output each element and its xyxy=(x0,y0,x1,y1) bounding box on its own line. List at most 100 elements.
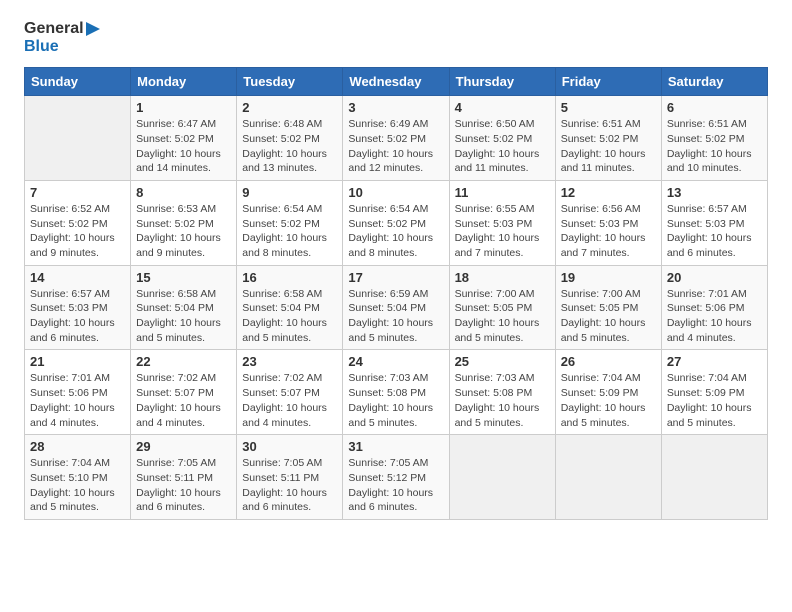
day-number: 17 xyxy=(348,270,443,285)
calendar-cell xyxy=(25,96,131,181)
day-number: 20 xyxy=(667,270,762,285)
day-info: Sunrise: 6:53 AM Sunset: 5:02 PM Dayligh… xyxy=(136,202,231,261)
day-number: 6 xyxy=(667,100,762,115)
calendar-cell: 20 Sunrise: 7:01 AM Sunset: 5:06 PM Dayli… xyxy=(661,265,767,350)
calendar-cell xyxy=(555,435,661,520)
day-info: Sunrise: 6:52 AM Sunset: 5:02 PM Dayligh… xyxy=(30,202,125,261)
calendar-cell: 16 Sunrise: 6:58 AM Sunset: 5:04 PM Dayli… xyxy=(237,265,343,350)
calendar-week-row: 14 Sunrise: 6:57 AM Sunset: 5:03 PM Dayli… xyxy=(25,265,768,350)
calendar-cell: 29 Sunrise: 7:05 AM Sunset: 5:11 PM Dayli… xyxy=(131,435,237,520)
calendar-cell: 26 Sunrise: 7:04 AM Sunset: 5:09 PM Dayli… xyxy=(555,350,661,435)
day-number: 16 xyxy=(242,270,337,285)
day-info: Sunrise: 7:05 AM Sunset: 5:12 PM Dayligh… xyxy=(348,456,443,515)
day-number: 27 xyxy=(667,354,762,369)
calendar-cell: 14 Sunrise: 6:57 AM Sunset: 5:03 PM Dayli… xyxy=(25,265,131,350)
day-info: Sunrise: 6:54 AM Sunset: 5:02 PM Dayligh… xyxy=(348,202,443,261)
day-number: 22 xyxy=(136,354,231,369)
day-number: 1 xyxy=(136,100,231,115)
calendar-header-sunday: Sunday xyxy=(25,68,131,96)
day-info: Sunrise: 6:55 AM Sunset: 5:03 PM Dayligh… xyxy=(455,202,550,261)
day-info: Sunrise: 6:49 AM Sunset: 5:02 PM Dayligh… xyxy=(348,117,443,176)
calendar-cell: 25 Sunrise: 7:03 AM Sunset: 5:08 PM Dayli… xyxy=(449,350,555,435)
calendar-cell: 13 Sunrise: 6:57 AM Sunset: 5:03 PM Dayli… xyxy=(661,180,767,265)
day-number: 7 xyxy=(30,185,125,200)
day-number: 3 xyxy=(348,100,443,115)
day-info: Sunrise: 6:51 AM Sunset: 5:02 PM Dayligh… xyxy=(667,117,762,176)
calendar-cell: 12Sunrise: 6:56 AM Sunset: 5:03 PM Dayli… xyxy=(555,180,661,265)
calendar-cell xyxy=(449,435,555,520)
day-info: Sunrise: 7:05 AM Sunset: 5:11 PM Dayligh… xyxy=(136,456,231,515)
day-number: 13 xyxy=(667,185,762,200)
day-number: 14 xyxy=(30,270,125,285)
day-number: 8 xyxy=(136,185,231,200)
day-info: Sunrise: 6:54 AM Sunset: 5:02 PM Dayligh… xyxy=(242,202,337,261)
day-info: Sunrise: 7:04 AM Sunset: 5:10 PM Dayligh… xyxy=(30,456,125,515)
calendar-week-row: 1 Sunrise: 6:47 AM Sunset: 5:02 PM Daylig… xyxy=(25,96,768,181)
calendar-header-friday: Friday xyxy=(555,68,661,96)
calendar-header-monday: Monday xyxy=(131,68,237,96)
day-number: 21 xyxy=(30,354,125,369)
logo-blue: Blue xyxy=(24,38,100,56)
calendar-cell: 9Sunrise: 6:54 AM Sunset: 5:02 PM Daylig… xyxy=(237,180,343,265)
day-info: Sunrise: 6:51 AM Sunset: 5:02 PM Dayligh… xyxy=(561,117,656,176)
calendar-header-saturday: Saturday xyxy=(661,68,767,96)
calendar-cell: 28 Sunrise: 7:04 AM Sunset: 5:10 PM Dayli… xyxy=(25,435,131,520)
day-number: 28 xyxy=(30,439,125,454)
calendar-table: SundayMondayTuesdayWednesdayThursdayFrid… xyxy=(24,67,768,520)
day-number: 4 xyxy=(455,100,550,115)
calendar-week-row: 28 Sunrise: 7:04 AM Sunset: 5:10 PM Dayli… xyxy=(25,435,768,520)
calendar-week-row: 21 Sunrise: 7:01 AM Sunset: 5:06 PM Dayli… xyxy=(25,350,768,435)
day-number: 2 xyxy=(242,100,337,115)
day-number: 25 xyxy=(455,354,550,369)
day-number: 26 xyxy=(561,354,656,369)
calendar-cell: 21 Sunrise: 7:01 AM Sunset: 5:06 PM Dayli… xyxy=(25,350,131,435)
calendar-header-row: SundayMondayTuesdayWednesdayThursdayFrid… xyxy=(25,68,768,96)
day-info: Sunrise: 7:04 AM Sunset: 5:09 PM Dayligh… xyxy=(667,371,762,430)
day-number: 10 xyxy=(348,185,443,200)
day-number: 15 xyxy=(136,270,231,285)
calendar-cell: 8 Sunrise: 6:53 AM Sunset: 5:02 PM Daylig… xyxy=(131,180,237,265)
calendar-cell: 3 Sunrise: 6:49 AM Sunset: 5:02 PM Daylig… xyxy=(343,96,449,181)
day-info: Sunrise: 6:57 AM Sunset: 5:03 PM Dayligh… xyxy=(667,202,762,261)
day-number: 19 xyxy=(561,270,656,285)
day-info: Sunrise: 7:03 AM Sunset: 5:08 PM Dayligh… xyxy=(348,371,443,430)
day-number: 30 xyxy=(242,439,337,454)
day-number: 24 xyxy=(348,354,443,369)
day-info: Sunrise: 6:58 AM Sunset: 5:04 PM Dayligh… xyxy=(242,287,337,346)
day-number: 11 xyxy=(455,185,550,200)
day-info: Sunrise: 7:01 AM Sunset: 5:06 PM Dayligh… xyxy=(667,287,762,346)
calendar-cell: 23Sunrise: 7:02 AM Sunset: 5:07 PM Dayli… xyxy=(237,350,343,435)
day-number: 12 xyxy=(561,185,656,200)
calendar-cell: 2 Sunrise: 6:48 AM Sunset: 5:02 PM Daylig… xyxy=(237,96,343,181)
page-header: GeneralBlue xyxy=(24,20,768,55)
day-info: Sunrise: 7:03 AM Sunset: 5:08 PM Dayligh… xyxy=(455,371,550,430)
day-number: 18 xyxy=(455,270,550,285)
day-info: Sunrise: 7:05 AM Sunset: 5:11 PM Dayligh… xyxy=(242,456,337,515)
calendar-cell: 10 Sunrise: 6:54 AM Sunset: 5:02 PM Dayli… xyxy=(343,180,449,265)
calendar-header-wednesday: Wednesday xyxy=(343,68,449,96)
day-info: Sunrise: 6:57 AM Sunset: 5:03 PM Dayligh… xyxy=(30,287,125,346)
calendar-cell: 1 Sunrise: 6:47 AM Sunset: 5:02 PM Daylig… xyxy=(131,96,237,181)
calendar-week-row: 7 Sunrise: 6:52 AM Sunset: 5:02 PM Daylig… xyxy=(25,180,768,265)
day-info: Sunrise: 7:00 AM Sunset: 5:05 PM Dayligh… xyxy=(561,287,656,346)
day-info: Sunrise: 6:50 AM Sunset: 5:02 PM Dayligh… xyxy=(455,117,550,176)
day-number: 29 xyxy=(136,439,231,454)
day-number: 31 xyxy=(348,439,443,454)
calendar-cell: 6 Sunrise: 6:51 AM Sunset: 5:02 PM Daylig… xyxy=(661,96,767,181)
day-info: Sunrise: 7:04 AM Sunset: 5:09 PM Dayligh… xyxy=(561,371,656,430)
calendar-cell: 11 Sunrise: 6:55 AM Sunset: 5:03 PM Dayli… xyxy=(449,180,555,265)
day-info: Sunrise: 6:47 AM Sunset: 5:02 PM Dayligh… xyxy=(136,117,231,176)
day-info: Sunrise: 6:48 AM Sunset: 5:02 PM Dayligh… xyxy=(242,117,337,176)
calendar-cell: 18Sunrise: 7:00 AM Sunset: 5:05 PM Dayli… xyxy=(449,265,555,350)
calendar-cell: 7 Sunrise: 6:52 AM Sunset: 5:02 PM Daylig… xyxy=(25,180,131,265)
day-info: Sunrise: 6:58 AM Sunset: 5:04 PM Dayligh… xyxy=(136,287,231,346)
calendar-cell: 22 Sunrise: 7:02 AM Sunset: 5:07 PM Dayli… xyxy=(131,350,237,435)
calendar-cell: 31 Sunrise: 7:05 AM Sunset: 5:12 PM Dayli… xyxy=(343,435,449,520)
calendar-cell: 19 Sunrise: 7:00 AM Sunset: 5:05 PM Dayli… xyxy=(555,265,661,350)
calendar-cell: 17 Sunrise: 6:59 AM Sunset: 5:04 PM Dayli… xyxy=(343,265,449,350)
calendar-cell: 5Sunrise: 6:51 AM Sunset: 5:02 PM Daylig… xyxy=(555,96,661,181)
day-info: Sunrise: 6:59 AM Sunset: 5:04 PM Dayligh… xyxy=(348,287,443,346)
day-info: Sunrise: 7:02 AM Sunset: 5:07 PM Dayligh… xyxy=(136,371,231,430)
calendar-cell: 24 Sunrise: 7:03 AM Sunset: 5:08 PM Dayli… xyxy=(343,350,449,435)
day-info: Sunrise: 7:01 AM Sunset: 5:06 PM Dayligh… xyxy=(30,371,125,430)
